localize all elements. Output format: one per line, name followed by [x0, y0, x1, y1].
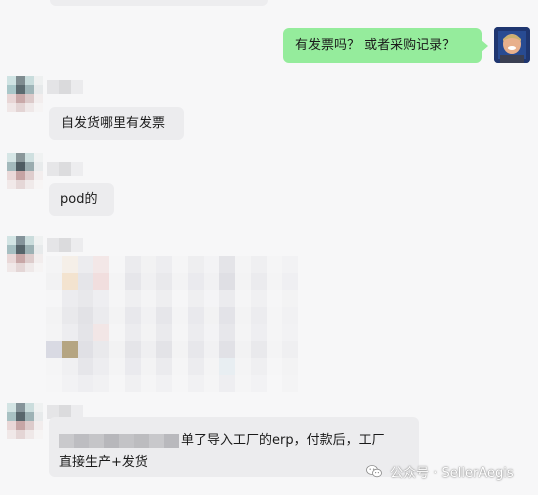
contact-name [47, 162, 83, 176]
incoming-message[interactable]: 单了导入工厂的erp，付款后，工厂 直接生产+发货 [49, 417, 419, 477]
previous-message-bubble [50, 0, 268, 6]
contact-avatar[interactable] [7, 76, 43, 112]
message-text: 直接生产+发货 [59, 455, 148, 470]
redacted-text [59, 433, 179, 448]
contact-avatar[interactable] [7, 153, 43, 189]
watermark: 公众号 · SellerAegis [366, 462, 514, 481]
contact-avatar[interactable] [7, 236, 43, 272]
my-avatar[interactable] [494, 27, 530, 63]
message-line: 直接生产+发货 [59, 452, 419, 474]
message-line: 单了导入工厂的erp，付款后，工厂 [59, 430, 419, 452]
shared-image[interactable] [46, 256, 298, 392]
contact-name [47, 238, 83, 252]
incoming-message[interactable]: 自发货哪里有发票 [49, 107, 184, 140]
incoming-message[interactable]: pod的 [49, 183, 114, 216]
wechat-icon [366, 465, 386, 481]
watermark-text: 公众号 · SellerAegis [390, 466, 514, 481]
message-text: 单了导入工厂的erp，付款后，工厂 [181, 433, 385, 448]
outgoing-message[interactable]: 有发票吗？ 或者采购记录？ [283, 28, 488, 63]
contact-avatar[interactable] [7, 403, 43, 439]
avatar-image [494, 27, 530, 63]
contact-name [47, 80, 83, 94]
